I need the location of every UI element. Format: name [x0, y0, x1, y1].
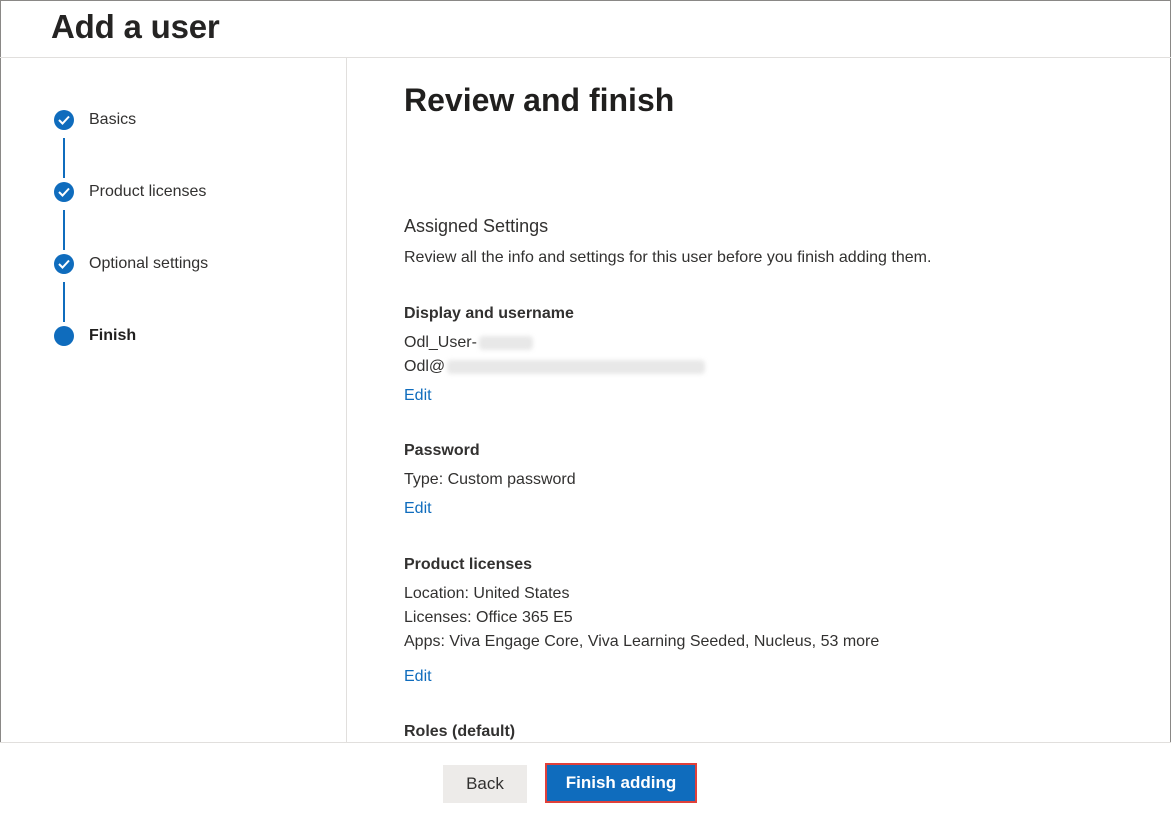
finish-adding-button[interactable]: Finish adding [545, 763, 697, 803]
edit-licenses-link[interactable]: Edit [404, 668, 432, 686]
checkmark-icon [54, 182, 74, 202]
edit-password-link[interactable]: Edit [404, 500, 432, 518]
panel-header: Add a user [0, 0, 1171, 58]
password-heading: Password [404, 442, 480, 459]
step-label: Product licenses [89, 183, 207, 200]
edit-display-link[interactable]: Edit [404, 387, 432, 405]
username-text: Odl@ [404, 358, 446, 375]
redacted-text [447, 359, 706, 374]
display-name-value: Odl_User- [404, 334, 533, 352]
back-button[interactable]: Back [443, 765, 527, 803]
step-label: Optional settings [89, 255, 209, 272]
license-location: Location: United States [404, 585, 570, 602]
step-connector [63, 210, 65, 250]
step-connector [63, 138, 65, 178]
license-apps: Apps: Viva Engage Core, Viva Learning Se… [404, 633, 880, 650]
display-username-heading: Display and username [404, 305, 574, 322]
assigned-settings-heading: Assigned Settings [404, 216, 549, 236]
step-label: Basics [89, 111, 137, 128]
page-title: Add a user [51, 8, 220, 45]
redacted-text [478, 335, 533, 350]
footer-bar: Back Finish adding [0, 742, 1171, 822]
checkmark-icon [54, 254, 74, 274]
assigned-settings-description: Review all the info and settings for thi… [404, 249, 932, 266]
license-name: Licenses: Office 365 E5 [404, 609, 573, 626]
step-label: Finish [89, 327, 137, 344]
display-name-text: Odl_User- [404, 334, 477, 351]
review-panel: Review and finish Assigned Settings Revi… [348, 58, 1169, 742]
section-title: Review and finish [404, 82, 675, 118]
step-connector [63, 282, 65, 322]
current-step-icon [54, 326, 74, 346]
wizard-steps: Basics Product licenses Optional setting… [0, 58, 347, 742]
roles-heading: Roles (default) [404, 723, 516, 740]
password-type: Type: Custom password [404, 471, 576, 488]
product-licenses-heading: Product licenses [404, 556, 533, 573]
checkmark-icon [54, 110, 74, 130]
username-value: Odl@ [404, 358, 706, 376]
